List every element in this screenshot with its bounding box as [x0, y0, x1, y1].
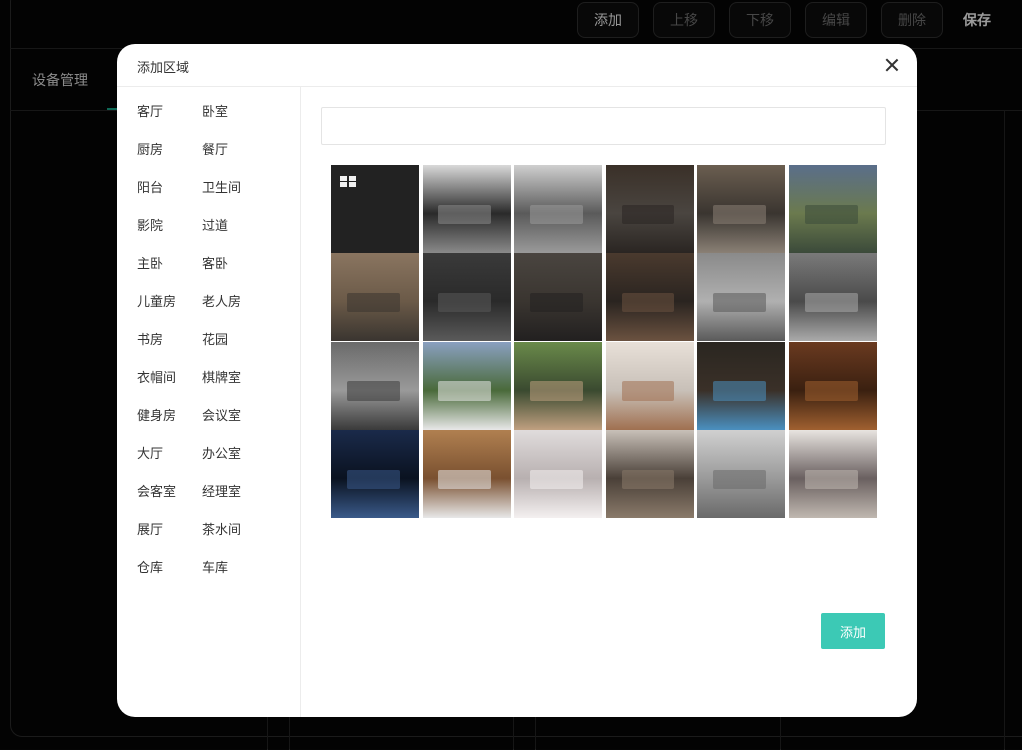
image-detail [621, 381, 675, 401]
room-image-bathroom[interactable] [788, 253, 877, 342]
room-type-item[interactable]: 书房 [137, 331, 202, 351]
room-type-item[interactable]: 棋牌室 [202, 369, 267, 389]
room-image-white-room[interactable] [514, 430, 603, 519]
room-image-bookshelf-room[interactable] [697, 430, 786, 519]
image-detail [713, 469, 766, 490]
room-image-dark-cabinet[interactable] [514, 253, 603, 342]
room-type-item[interactable]: 办公室 [202, 445, 267, 465]
search-input[interactable] [321, 107, 886, 145]
room-image-minimal-stairs[interactable] [788, 430, 877, 519]
grid-icon [340, 176, 356, 187]
image-detail [346, 292, 400, 313]
room-type-item[interactable]: 老人房 [202, 293, 267, 313]
image-detail [713, 204, 766, 224]
room-type-item[interactable]: 卧室 [202, 103, 267, 123]
room-type-item[interactable]: 客厅 [137, 103, 202, 123]
add-area-modal: 添加区域 客厅 卧室 厨房 餐厅 阳台 卫生间 影院 过道 主卧 客卧 儿童房 老人房 书房 花园 衣帽间棋… [117, 44, 917, 717]
image-detail [438, 204, 492, 224]
room-type-item[interactable]: 餐厅 [202, 141, 267, 161]
room-image-living-gray[interactable] [331, 341, 419, 430]
room-image-bedroom-light[interactable] [514, 165, 603, 253]
close-icon[interactable] [883, 56, 901, 74]
room-image-garden-terrace[interactable] [788, 165, 877, 253]
room-image-kitchen-dark[interactable] [605, 165, 694, 253]
room-image-office-dark[interactable] [422, 253, 511, 342]
room-type-item[interactable]: 儿童房 [137, 293, 202, 313]
room-image-staircase[interactable] [605, 341, 694, 430]
room-type-item[interactable]: 大厅 [137, 445, 202, 465]
room-type-list: 客厅 卧室 厨房 餐厅 阳台 卫生间 影院 过道 主卧 客卧 儿童房 老人房 书房 花园 衣帽间 棋牌室 健身房… [137, 103, 267, 579]
modal-title: 添加区域 [137, 61, 190, 76]
add-confirm-button[interactable]: 添加 [821, 613, 885, 649]
room-image-server-cabinet[interactable] [331, 430, 419, 519]
image-detail [713, 292, 766, 313]
room-image-home-cinema[interactable] [697, 341, 786, 430]
room-type-sidebar: 客厅 卧室 厨房 餐厅 阳台 卫生间 影院 过道 主卧 客卧 儿童房 老人房 书房 花园 衣帽间 棋牌室 健身房… [117, 87, 301, 717]
room-type-item[interactable]: 茶水间 [202, 521, 267, 541]
room-type-item[interactable]: 会议室 [202, 407, 267, 427]
image-detail [621, 469, 675, 490]
image-detail [438, 381, 492, 401]
room-type-item[interactable]: 影院 [137, 217, 202, 237]
image-detail [804, 469, 858, 490]
room-type-item[interactable]: 衣帽间 [137, 369, 202, 389]
room-image-villa-exterior[interactable] [422, 341, 511, 430]
image-detail [530, 381, 583, 401]
room-type-item[interactable]: 仓库 [137, 559, 202, 579]
room-type-item[interactable]: 经理室 [202, 483, 267, 503]
room-image-bedroom-gray[interactable] [422, 165, 511, 253]
room-type-item[interactable]: 过道 [202, 217, 267, 237]
modal-header: 添加区域 [117, 44, 917, 87]
room-image-sunroom[interactable] [514, 341, 603, 430]
room-image-study-library[interactable] [605, 253, 694, 342]
room-image-grid [331, 165, 877, 519]
room-type-item[interactable]: 会客室 [137, 483, 202, 503]
room-image-bedroom-gray-wall[interactable] [697, 253, 786, 342]
room-type-item[interactable]: 客卧 [202, 255, 267, 275]
room-type-item[interactable]: 厨房 [137, 141, 202, 161]
image-detail [621, 204, 675, 224]
room-image-wine-cellar[interactable] [788, 341, 877, 430]
image-detail [804, 381, 858, 401]
room-type-item[interactable]: 阳台 [137, 179, 202, 199]
image-detail [804, 204, 858, 224]
image-detail [621, 292, 675, 313]
room-type-item[interactable]: 健身房 [137, 407, 202, 427]
image-detail [530, 292, 583, 313]
room-type-item[interactable]: 花园 [202, 331, 267, 351]
image-detail [438, 469, 492, 490]
room-type-item[interactable]: 卫生间 [202, 179, 267, 199]
image-detail [346, 469, 400, 490]
image-detail [804, 292, 858, 313]
room-image-dining-lamps[interactable] [605, 430, 694, 519]
image-detail [530, 204, 583, 224]
room-image-bar-counter[interactable] [697, 165, 786, 253]
room-image-laundry-room[interactable] [422, 430, 511, 519]
image-detail [530, 469, 583, 490]
room-type-item[interactable]: 车库 [202, 559, 267, 579]
room-type-item[interactable]: 主卧 [137, 255, 202, 275]
image-detail [438, 292, 492, 313]
room-type-item[interactable]: 展厅 [137, 521, 202, 541]
room-image-default-grid-tile[interactable] [331, 165, 419, 253]
room-image-tv-wall[interactable] [331, 253, 419, 342]
image-detail [346, 381, 400, 401]
image-detail [713, 381, 766, 401]
